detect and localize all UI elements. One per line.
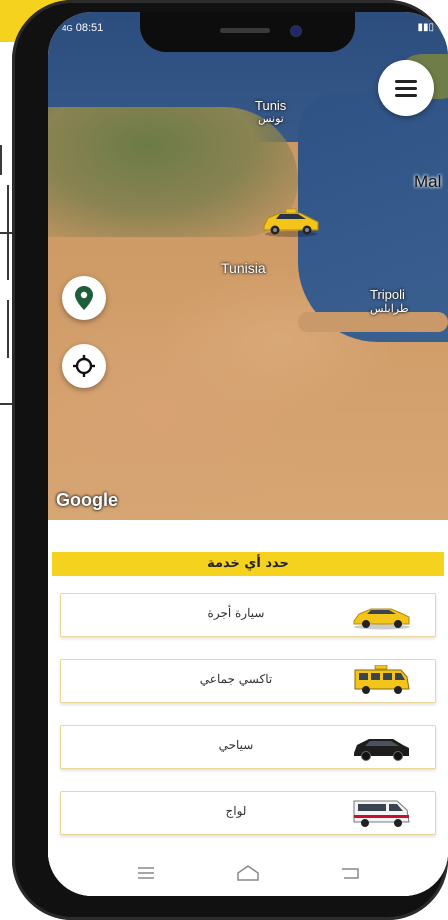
decorative-line	[0, 145, 2, 175]
phone-screen: Tunis تونس Mal Tunisia Tripoli طرابلس Go…	[48, 12, 448, 896]
service-taxi[interactable]: سيارة أجرة	[60, 593, 436, 637]
signal-label: 4G	[62, 24, 73, 33]
phone-frame: Tunis تونس Mal Tunisia Tripoli طرابلس Go…	[12, 0, 448, 920]
menu-button[interactable]	[378, 60, 434, 116]
service-louage[interactable]: لواج	[60, 791, 436, 835]
service-shared-taxi[interactable]: تاكسي جماعي	[60, 659, 436, 703]
clock: 08:51	[75, 22, 104, 34]
speaker-grille	[220, 28, 270, 33]
decorative-line	[7, 300, 9, 358]
hamburger-icon	[395, 76, 417, 101]
map-land	[298, 312, 448, 332]
louage-van-icon	[353, 800, 410, 827]
taxi-car-icon	[353, 608, 410, 630]
camera-icon	[290, 25, 302, 37]
decorative-line	[0, 403, 12, 405]
service-tourist[interactable]: سياحي	[60, 725, 436, 769]
back-icon[interactable]	[330, 860, 370, 886]
suv-icon	[354, 739, 409, 761]
map-label-tripoli-ar: طرابلس	[370, 303, 409, 315]
map-pin-icon	[75, 286, 93, 310]
map-label-malta: Mal	[414, 172, 442, 191]
battery-icon: ▮▮▯	[417, 22, 434, 33]
my-location-button[interactable]	[62, 344, 106, 388]
taxi-marker-icon[interactable]	[260, 204, 322, 238]
map-label-tripoli: Tripoli	[370, 287, 405, 302]
map-label-tunisia: Tunisia	[221, 260, 266, 276]
section-title: حدد أي خدمة	[52, 552, 444, 576]
home-icon[interactable]	[228, 860, 268, 886]
google-logo: Google	[56, 490, 118, 510]
map-label-tunis: Tunis	[255, 98, 287, 113]
decorative-line	[7, 185, 9, 280]
system-nav-bar	[48, 850, 448, 896]
location-pin-button[interactable]	[62, 276, 106, 320]
status-time: 4G 08:51	[62, 22, 103, 34]
decorative-line	[0, 232, 12, 234]
crosshair-icon	[73, 355, 95, 377]
recent-apps-icon[interactable]	[126, 860, 166, 886]
service-panel: حدد أي خدمة سيارة أجرة تاكسي جماعي سياحي…	[48, 520, 448, 896]
map-label-tunis-ar: تونس	[258, 113, 284, 125]
shared-taxi-van-icon	[354, 665, 410, 694]
phone-notch	[140, 12, 355, 52]
